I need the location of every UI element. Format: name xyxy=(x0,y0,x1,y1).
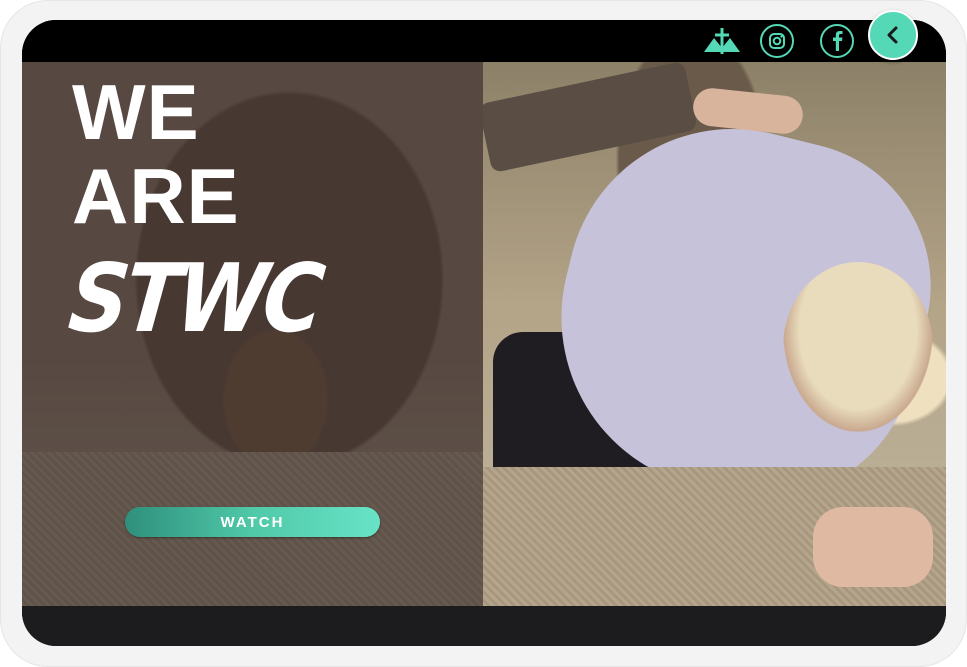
hero-section: WE ARE STWC WATCH xyxy=(22,62,946,606)
brand-wordmark: STWC xyxy=(64,244,326,355)
device-frame: WE ARE STWC WATCH xyxy=(0,0,967,667)
headline-line-1: WE xyxy=(72,68,200,156)
top-bar xyxy=(22,20,946,62)
headline-line-2: ARE xyxy=(72,152,240,240)
hero-photo-right xyxy=(478,62,946,606)
back-button[interactable] xyxy=(868,10,918,60)
watch-button[interactable]: WATCH xyxy=(125,507,380,537)
chevron-left-icon xyxy=(887,26,898,44)
bottom-bar xyxy=(22,606,946,646)
hero-headline: WE ARE xyxy=(72,70,240,238)
facebook-icon[interactable] xyxy=(819,24,855,58)
instagram-icon[interactable] xyxy=(759,24,795,58)
app-screen: WE ARE STWC WATCH xyxy=(22,20,946,646)
church-logo-icon[interactable] xyxy=(702,24,742,58)
